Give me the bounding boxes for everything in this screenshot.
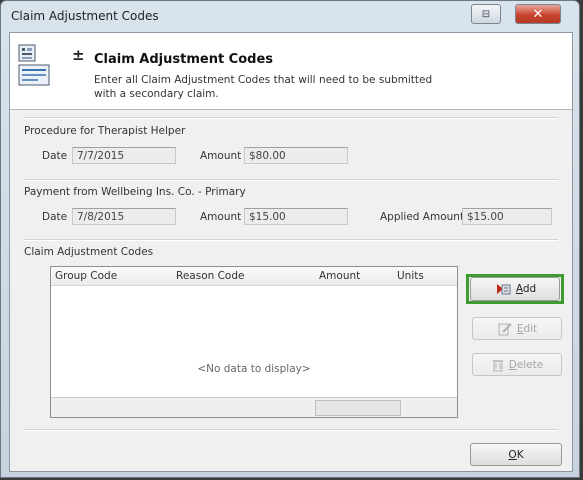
ok-button[interactable]: OK: [470, 443, 562, 466]
title-bar[interactable]: Claim Adjustment Codes ⊟ ✕: [1, 1, 579, 31]
procedure-amount-label: Amount: [200, 150, 242, 162]
add-button-label: Add: [515, 283, 537, 295]
adjustment-codes-grid[interactable]: Group Code Reason Code Amount Units <No …: [50, 266, 458, 418]
dialog-window: Claim Adjustment Codes ⊟ ✕ ± Claim Adjus…: [0, 0, 580, 478]
procedure-date-field: 7/7/2015: [72, 147, 176, 164]
help-button[interactable]: ⊟: [471, 4, 501, 24]
grid-header: Group Code Reason Code Amount Units: [51, 267, 457, 286]
divider: [24, 239, 558, 241]
divider: [24, 117, 558, 119]
dialog-body: ± Claim Adjustment Codes Enter all Claim…: [9, 32, 573, 472]
payment-date-label: Date: [42, 211, 68, 223]
grid-footer: [51, 397, 457, 417]
column-header-reason-code[interactable]: Reason Code: [176, 270, 245, 282]
add-button[interactable]: Add: [470, 277, 560, 301]
header-title: Claim Adjustment Codes: [94, 52, 274, 67]
window-title: Claim Adjustment Codes: [11, 9, 159, 23]
edit-icon: [498, 322, 512, 335]
payment-amount-label: Amount: [200, 211, 242, 223]
header-description: Enter all Claim Adjustment Codes that wi…: [94, 74, 433, 100]
empty-grid-message: <No data to display>: [197, 363, 311, 375]
applied-amount-field: $15.00: [462, 208, 552, 225]
procedure-date-label: Date: [42, 150, 68, 162]
header-panel: ± Claim Adjustment Codes Enter all Claim…: [10, 33, 572, 110]
close-icon: ✕: [532, 6, 544, 22]
applied-amount-label: Applied Amount: [380, 211, 465, 223]
help-icon: ⊟: [481, 8, 491, 20]
payment-section-label: Payment from Wellbeing Ins. Co. - Primar…: [24, 186, 246, 198]
divider: [24, 179, 558, 181]
edit-button[interactable]: Edit: [472, 317, 562, 340]
delete-button[interactable]: Delete: [472, 353, 562, 376]
procedure-amount-field: $80.00: [244, 147, 348, 164]
close-button[interactable]: ✕: [515, 4, 561, 24]
ok-button-label: OK: [508, 448, 524, 461]
column-header-units[interactable]: Units: [397, 270, 424, 282]
add-button-highlight: Add: [466, 274, 564, 304]
edit-button-label: Edit: [516, 322, 538, 335]
plus-minus-icon: ±: [72, 46, 85, 64]
divider: [24, 429, 558, 431]
column-header-amount[interactable]: Amount: [319, 270, 360, 282]
claim-form-icon: [18, 44, 50, 86]
footer-summary-cell: [315, 400, 401, 416]
procedure-section-label: Procedure for Therapist Helper: [24, 125, 186, 137]
add-icon: [496, 284, 511, 295]
payment-amount-field: $15.00: [244, 208, 348, 225]
column-header-group-code[interactable]: Group Code: [55, 270, 117, 282]
delete-button-label: Delete: [508, 358, 544, 371]
codes-section-label: Claim Adjustment Codes: [24, 246, 154, 258]
delete-icon: [492, 359, 503, 371]
payment-date-field: 7/8/2015: [72, 208, 176, 225]
